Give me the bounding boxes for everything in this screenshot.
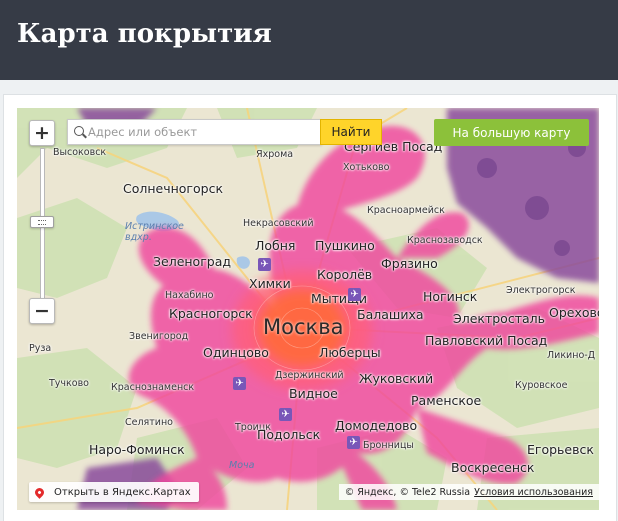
map-label: Краснозаводск xyxy=(407,235,483,246)
airport-icon[interactable]: ✈ xyxy=(348,288,361,301)
map-label: Химки xyxy=(249,276,291,291)
search-box xyxy=(67,119,322,145)
map-label: Бронницы xyxy=(363,440,414,451)
coverage-map[interactable]: Высоковск Сергиев Посад Яхрома Хотьково … xyxy=(17,108,599,510)
map-water-label: Истринское вдхр. xyxy=(125,221,184,243)
map-label: Селятино xyxy=(125,417,173,428)
page-title: Карта покрытия xyxy=(17,19,272,49)
map-label: Воскресенск xyxy=(451,460,535,475)
map-label: Орехово xyxy=(549,305,599,320)
map-label: Королёв xyxy=(317,267,373,282)
airport-icon[interactable]: ✈ xyxy=(279,408,292,421)
map-label: Солнечногорск xyxy=(123,181,224,196)
plus-icon: + xyxy=(34,121,50,144)
map-label: Ногинск xyxy=(423,289,478,304)
map-label: Хотьково xyxy=(343,162,390,173)
map-label: Зеленоград xyxy=(153,254,232,269)
map-label: Видное xyxy=(289,386,338,401)
map-label: Красногорск xyxy=(169,306,253,321)
zoom-out-button[interactable]: − xyxy=(29,298,55,324)
map-label: Красноармейск xyxy=(367,205,445,216)
search-icon xyxy=(74,126,84,136)
map-label: Некрасовский xyxy=(243,218,314,229)
map-label: Фрязино xyxy=(381,256,438,271)
map-label: Электросталь xyxy=(453,311,545,326)
map-label: Домодедово xyxy=(335,418,418,433)
map-label: Высоковск xyxy=(53,147,107,158)
airport-icon[interactable]: ✈ xyxy=(258,258,271,271)
airport-icon[interactable]: ✈ xyxy=(233,377,246,390)
map-label: Нахабино xyxy=(165,290,214,301)
map-label: Дзержинский xyxy=(275,370,344,381)
map-label: Краснознаменск xyxy=(111,382,195,393)
page-header: Карта покрытия xyxy=(0,0,618,80)
zoom-slider-handle[interactable] xyxy=(30,216,54,228)
map-label: Люберцы xyxy=(319,345,381,360)
map-label: Наро-Фоминск xyxy=(89,442,185,457)
map-label: Одинцово xyxy=(203,345,269,360)
map-label: Жуковский xyxy=(359,371,434,386)
map-copyright: © Яндекс, © Tele2 Russia Условия использ… xyxy=(338,484,599,500)
minus-icon: − xyxy=(34,299,50,322)
search-input[interactable] xyxy=(88,123,316,141)
map-label: Павловский Посад xyxy=(425,333,548,348)
map-label: Яхрома xyxy=(256,149,294,160)
map-label: Балашиха xyxy=(357,307,424,322)
map-label: Звенигород xyxy=(129,331,189,342)
map-pin-icon xyxy=(33,485,46,499)
map-label: Электрогорск xyxy=(506,285,576,296)
copyright-text: © Яндекс, © Tele2 Russia xyxy=(344,486,471,498)
zoom-in-button[interactable]: + xyxy=(29,120,55,146)
terms-link[interactable]: Условия использования xyxy=(474,487,593,498)
open-in-yandex-link[interactable]: Открыть в Яндекс.Картах xyxy=(29,482,199,502)
open-in-yandex-label: Открыть в Яндекс.Картах xyxy=(54,486,191,498)
big-map-button[interactable]: На большую карту xyxy=(434,119,589,146)
map-label: Лобня xyxy=(255,238,296,253)
map-capital-label: Москва xyxy=(263,315,344,339)
map-label: Пушкино xyxy=(315,238,375,253)
map-label: Руза xyxy=(29,343,52,354)
map-label: Куровское xyxy=(515,380,568,391)
map-label: Раменское xyxy=(411,393,482,408)
map-label: Тучково xyxy=(49,378,89,389)
map-label: Подольск xyxy=(257,427,321,442)
map-label: Егорьевск xyxy=(527,442,594,457)
map-label: Ликино-Д xyxy=(547,350,596,361)
airport-icon[interactable]: ✈ xyxy=(347,436,360,449)
find-button[interactable]: Найти xyxy=(320,119,382,145)
map-water-label: Моча xyxy=(229,460,255,471)
